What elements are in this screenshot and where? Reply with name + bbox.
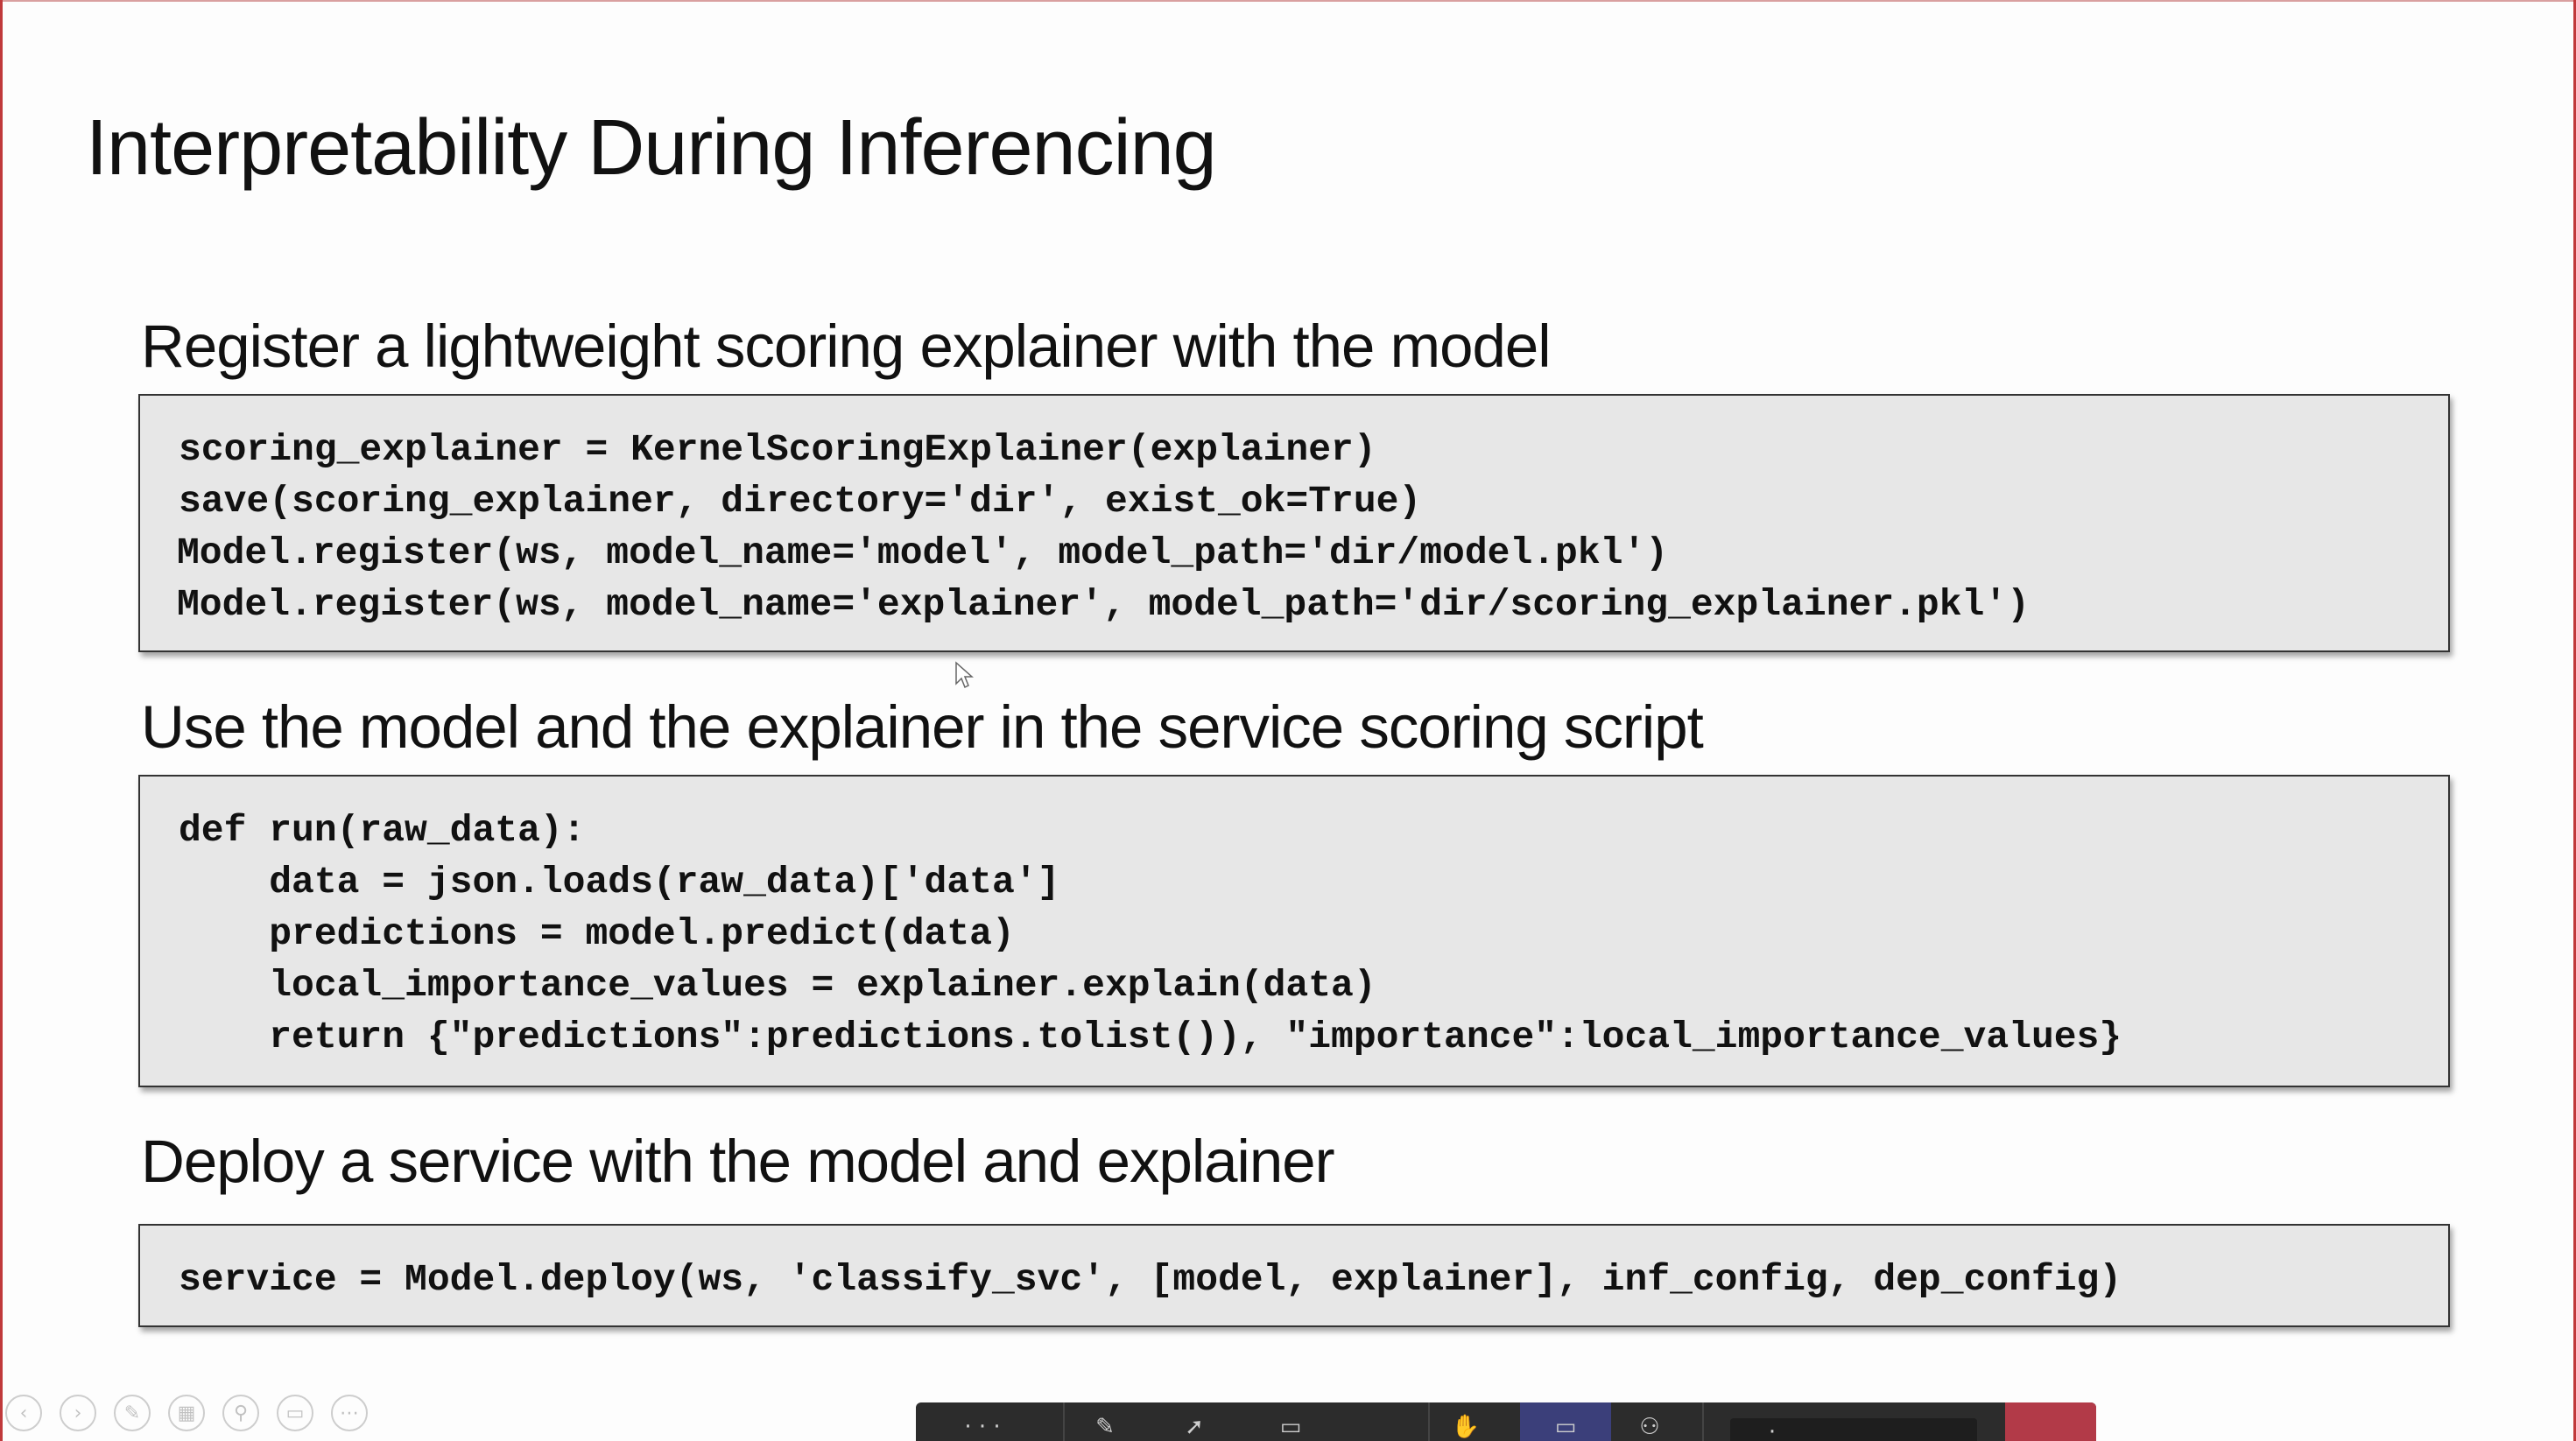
leave-button[interactable]	[2005, 1402, 2096, 1441]
toolbar-divider	[1063, 1402, 1065, 1441]
code-line: data = json.loads(raw_data)['data']	[179, 861, 1060, 903]
code-block-scoring-script: def run(raw_data): data = json.loads(raw…	[138, 775, 2450, 1087]
code-line: save(scoring_explainer, directory='dir',…	[179, 480, 1422, 523]
pen-icon[interactable]: ✎	[1089, 1413, 1121, 1441]
next-icon[interactable]: ›	[60, 1395, 96, 1431]
subtitles-icon[interactable]: ▭	[1275, 1413, 1306, 1441]
see-all-slides-icon[interactable]: ▦	[168, 1395, 205, 1431]
code-block-register: scoring_explainer = KernelScoringExplain…	[138, 394, 2450, 652]
section-heading-register: Register a lightweight scoring explainer…	[141, 313, 1552, 380]
code-line: predictions = model.predict(data)	[179, 912, 1015, 955]
meeting-toolbar: · · · ✎ ➚ ▭ ✋ ▭ ⚇ ·	[916, 1402, 2096, 1441]
code-block-deploy: service = Model.deploy(ws, 'classify_svc…	[138, 1224, 2450, 1327]
chat-icon: ▭	[1554, 1414, 1577, 1440]
hand-icon[interactable]: ✋	[1450, 1413, 1482, 1441]
code-line: Model.register(ws, model_name='explainer…	[177, 583, 2030, 626]
code-line: scoring_explainer = KernelScoringExplain…	[179, 428, 1376, 471]
zoom-icon[interactable]: ⚲	[222, 1395, 259, 1431]
section-heading-deploy: Deploy a service with the model and expl…	[141, 1128, 1335, 1195]
share-tray-icon: ·	[1768, 1419, 1777, 1441]
leave-icon	[2035, 1413, 2066, 1441]
code-line: service = Model.deploy(ws, 'classify_svc…	[179, 1258, 2122, 1301]
chat-button[interactable]: ▭	[1520, 1402, 1611, 1441]
timer-icon[interactable]: · · ·	[947, 1413, 1017, 1441]
slide: Interpretability During Inferencing Regi…	[0, 0, 2576, 1441]
window-border-left	[0, 0, 3, 1441]
pen-icon[interactable]: ✎	[114, 1395, 151, 1431]
share-tray-button[interactable]: ·	[1730, 1418, 1977, 1441]
code-line: return {"predictions":predictions.tolist…	[179, 1016, 2122, 1058]
toolbar-divider	[1702, 1402, 1704, 1441]
code-line: Model.register(ws, model_name='model', m…	[177, 531, 1669, 574]
previous-icon[interactable]: ‹	[5, 1395, 42, 1431]
slide-title: Interpretability During Inferencing	[86, 104, 1217, 192]
section-heading-scoring-script: Use the model and the explainer in the s…	[141, 693, 1704, 761]
screen-icon[interactable]: ▭	[277, 1395, 313, 1431]
laser-pointer-icon[interactable]: ➚	[1179, 1413, 1210, 1441]
participants-icon[interactable]: ⚇	[1634, 1413, 1665, 1441]
code-line: local_importance_values = explainer.expl…	[179, 964, 1376, 1007]
more-options-icon[interactable]: ⋯	[331, 1395, 368, 1431]
toolbar-divider	[1428, 1402, 1430, 1441]
presenter-nav-controls: ‹ › ✎ ▦ ⚲ ▭ ⋯	[5, 1395, 368, 1435]
window-border-top	[0, 0, 2576, 2]
code-line: def run(raw_data):	[179, 809, 586, 852]
mouse-cursor-icon	[955, 661, 974, 689]
